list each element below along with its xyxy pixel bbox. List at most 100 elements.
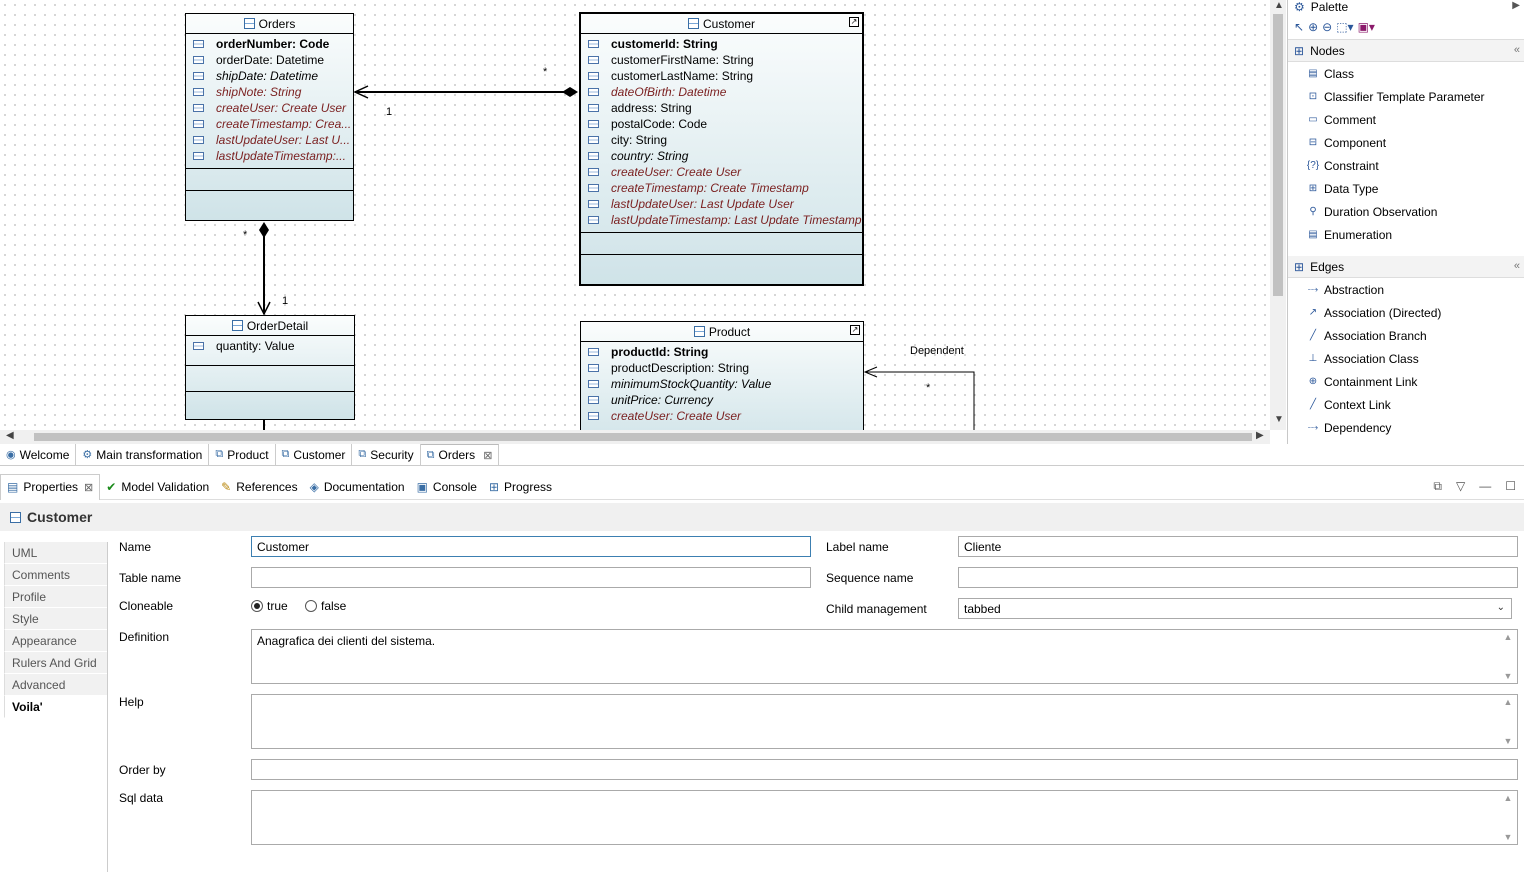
palette-item-enumeration[interactable]: ▤ Enumeration	[1288, 223, 1524, 246]
order-by-field[interactable]	[251, 759, 1518, 780]
property-tab-voila[interactable]: Voila'	[4, 696, 107, 718]
view-tab-progress[interactable]: ⊞ Progress	[483, 474, 558, 500]
scroll-down-icon[interactable]: ▼	[1274, 414, 1284, 425]
canvas-vertical-scrollbar[interactable]: ▲ ▼	[1270, 0, 1286, 430]
attribute-row[interactable]: orderNumber: Code	[186, 36, 353, 52]
view-tab-properties[interactable]: ▤ Properties ⊠	[0, 473, 101, 500]
attribute-row[interactable]: minimumStockQuantity: Value	[581, 376, 863, 392]
canvas-horizontal-scrollbar[interactable]: ◀ ▶	[0, 430, 1270, 444]
cloneable-false-radio[interactable]: false	[305, 599, 346, 613]
palette-item-dependency[interactable]: ⤏ Dependency	[1288, 416, 1524, 439]
scrollbar-thumb[interactable]	[1273, 14, 1283, 296]
attribute-row[interactable]: shipNote: String	[186, 84, 353, 100]
palette-header[interactable]: ⚙ Palette ▶	[1288, 0, 1524, 14]
property-tab-rulers-and-grid[interactable]: Rulers And Grid	[4, 652, 107, 674]
collapse-icon[interactable]: «	[1514, 44, 1520, 56]
select-tool-icon[interactable]: ↖	[1294, 20, 1304, 34]
class-orders[interactable]: Orders orderNumber: Code orderDate: Datet…	[185, 13, 354, 221]
view-tab-model-validation[interactable]: ✔ Model Validation	[100, 474, 215, 500]
zoom-in-icon[interactable]: ⊕	[1308, 20, 1318, 34]
property-tab-uml[interactable]: UML	[4, 542, 107, 564]
property-tab-appearance[interactable]: Appearance	[4, 630, 107, 652]
nodes-drawer[interactable]: ⊞ Nodes «	[1288, 40, 1524, 62]
tab-orders[interactable]: ⧉ Orders ⊠	[420, 444, 500, 465]
sequence-name-field[interactable]	[958, 567, 1518, 588]
view-tab-references[interactable]: ✎ References	[215, 474, 303, 500]
scroll-left-icon[interactable]: ◀	[6, 430, 14, 441]
attribute-row[interactable]: postalCode: Code	[581, 116, 862, 132]
attribute-row[interactable]: customerFirstName: String	[581, 52, 862, 68]
attribute-row[interactable]: lastUpdateTimestamp:...	[186, 148, 353, 164]
property-tab-profile[interactable]: Profile	[4, 586, 107, 608]
property-tab-advanced[interactable]: Advanced	[4, 674, 107, 696]
collapse-icon[interactable]: «	[1514, 260, 1520, 272]
scroll-up-icon[interactable]: ▲	[1274, 0, 1284, 11]
view-tab-documentation[interactable]: ◈ Documentation	[304, 474, 411, 500]
attribute-row[interactable]: lastUpdateTimestamp: Last Update Timesta…	[581, 212, 862, 228]
palette-item-constraint[interactable]: {?} Constraint	[1288, 154, 1524, 177]
scroll-right-icon[interactable]: ▶	[1256, 430, 1264, 441]
property-tab-comments[interactable]: Comments	[4, 564, 107, 586]
attribute-row[interactable]: address: String	[581, 100, 862, 116]
marquee-tool-icon[interactable]: ⬚▾	[1336, 20, 1353, 34]
tab-customer[interactable]: ⧉ Customer	[276, 444, 353, 465]
attribute-row[interactable]: quantity: Value	[186, 338, 354, 354]
property-tab-style[interactable]: Style	[4, 608, 107, 630]
table-name-field[interactable]	[251, 567, 811, 588]
palette-item-comment[interactable]: ▭ Comment	[1288, 108, 1524, 131]
textarea-scrollbar[interactable]: ▲ ▼	[1501, 793, 1515, 842]
close-icon[interactable]: ⊠	[84, 481, 93, 494]
sql-data-textarea[interactable]: ▲ ▼	[251, 790, 1518, 845]
palette-item-data-type[interactable]: ⊞ Data Type	[1288, 177, 1524, 200]
class-orderdetail[interactable]: OrderDetail quantity: Value	[185, 315, 355, 420]
palette-item-component[interactable]: ⊟ Component	[1288, 131, 1524, 154]
textarea-scrollbar[interactable]: ▲ ▼	[1501, 632, 1515, 681]
help-textarea[interactable]: ▲ ▼	[251, 694, 1518, 749]
open-view-icon[interactable]: ⧉	[1433, 479, 1442, 494]
expand-icon[interactable]: ↗	[850, 325, 860, 335]
attribute-row[interactable]: productId: String	[581, 344, 863, 360]
note-tool-icon[interactable]: ▣▾	[1358, 20, 1375, 34]
attribute-row[interactable]: dateOfBirth: Datetime	[581, 84, 862, 100]
attribute-row[interactable]: createUser: Create User	[186, 100, 353, 116]
name-field[interactable]: Customer	[251, 536, 811, 557]
edges-drawer[interactable]: ⊞ Edges «	[1288, 256, 1524, 278]
scrollbar-thumb[interactable]	[34, 433, 1252, 441]
expand-icon[interactable]: ↗	[849, 17, 859, 27]
view-tab-console[interactable]: ▣ Console	[411, 474, 483, 500]
attribute-row[interactable]: createTimestamp: Create Timestamp	[581, 180, 862, 196]
definition-textarea[interactable]: Anagrafica dei clienti del sistema. ▲ ▼	[251, 629, 1518, 684]
maximize-icon[interactable]: ☐	[1505, 479, 1516, 494]
palette-item-containment-link[interactable]: ⊕ Containment Link	[1288, 370, 1524, 393]
attribute-row[interactable]: customerId: String	[581, 36, 862, 52]
diagram-canvas[interactable]: * 1 * 1 Dependent * Orders orderNumber: …	[0, 0, 1270, 430]
textarea-scrollbar[interactable]: ▲ ▼	[1501, 697, 1515, 746]
view-menu-icon[interactable]: ▽	[1456, 479, 1465, 494]
class-customer[interactable]: Customer ↗ customerId: String customerFir…	[579, 12, 864, 286]
palette-hide-icon[interactable]: ▶	[1512, 0, 1520, 11]
attribute-row[interactable]: createUser: Create User	[581, 164, 862, 180]
tab-security[interactable]: ⧉ Security	[352, 444, 421, 465]
tab-product[interactable]: ⧉ Product	[209, 444, 276, 465]
attribute-row[interactable]: lastUpdateUser: Last U...	[186, 132, 353, 148]
attribute-row[interactable]: lastUpdateUser: Last Update User	[581, 196, 862, 212]
attribute-row[interactable]: unitPrice: Currency	[581, 392, 863, 408]
label-name-field[interactable]: Cliente	[958, 536, 1518, 557]
tab-welcome[interactable]: ◉ Welcome	[0, 444, 77, 465]
minimize-icon[interactable]: —	[1479, 479, 1491, 494]
attribute-row[interactable]: productDescription: String	[581, 360, 863, 376]
child-management-select[interactable]: tabbed ⌄	[958, 598, 1512, 619]
attribute-row[interactable]: createTimestamp: Crea...	[186, 116, 353, 132]
zoom-out-icon[interactable]: ⊖	[1322, 20, 1332, 34]
attribute-row[interactable]: createUser: Create User	[581, 408, 863, 424]
tab-main-transformation[interactable]: ⚙ Main transformation	[76, 444, 210, 465]
palette-item-association-directed[interactable]: ↗ Association (Directed)	[1288, 301, 1524, 324]
attribute-row[interactable]: city: String	[581, 132, 862, 148]
palette-item-duration-observation[interactable]: ⚲ Duration Observation	[1288, 200, 1524, 223]
attribute-row[interactable]: orderDate: Datetime	[186, 52, 353, 68]
palette-item-association-branch[interactable]: ╱ Association Branch	[1288, 324, 1524, 347]
attribute-row[interactable]: country: String	[581, 148, 862, 164]
palette-item-abstraction[interactable]: ⤏ Abstraction	[1288, 278, 1524, 301]
cloneable-true-radio[interactable]: true	[251, 599, 288, 613]
palette-item-classifier-template-parameter[interactable]: ⊡ Classifier Template Parameter	[1288, 85, 1524, 108]
